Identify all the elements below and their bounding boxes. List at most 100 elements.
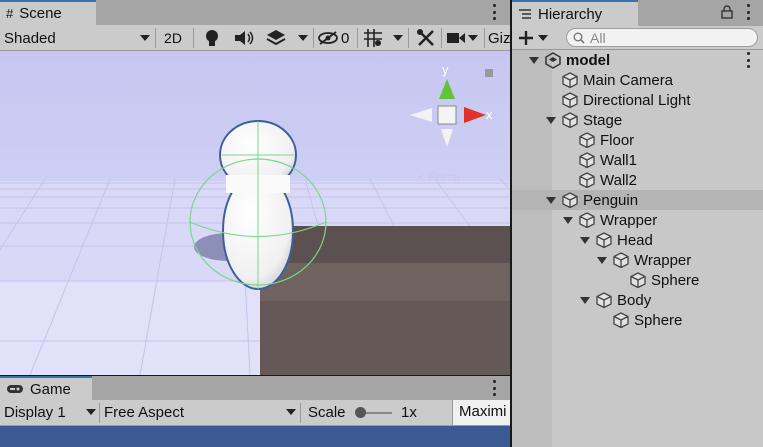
foldout-arrow-icon[interactable] xyxy=(579,294,591,306)
hierarchy-tab-bar: Hierarchy xyxy=(512,0,763,26)
cube-icon xyxy=(579,132,595,149)
hierarchy-item-label: Penguin xyxy=(583,191,639,209)
foldout-spacer xyxy=(613,274,625,286)
scale-slider-handle[interactable] xyxy=(355,407,366,418)
grid-snap-button[interactable] xyxy=(361,28,385,48)
gizmo-center-cube[interactable] xyxy=(437,105,457,125)
cube-icon xyxy=(579,152,595,169)
display-dropdown[interactable]: Display 1 xyxy=(4,402,96,422)
gamepad-icon xyxy=(7,385,23,393)
list-icon xyxy=(519,9,531,19)
game-panel: Game Display 1 Free Aspect Scale 1x Maxi… xyxy=(0,376,510,447)
scene-canvas: y x < Persp xyxy=(0,51,510,375)
hierarchy-item-label: Main Camera xyxy=(583,71,674,89)
cube-icon xyxy=(562,92,578,109)
hierarchy-item[interactable]: Wall1 xyxy=(512,150,763,170)
hierarchy-menu-icon[interactable] xyxy=(745,4,751,20)
foldout-spacer xyxy=(562,174,574,186)
cube-icon xyxy=(562,72,578,89)
game-toolbar: Display 1 Free Aspect Scale 1x Maximi xyxy=(0,400,510,426)
scene-options-icon[interactable] xyxy=(745,52,751,68)
foldout-arrow-icon[interactable] xyxy=(545,114,557,126)
hierarchy-item-label: Body xyxy=(617,291,652,309)
audio-toggle-button[interactable] xyxy=(232,28,256,48)
camera-dropdown[interactable] xyxy=(467,28,479,48)
tools-button[interactable] xyxy=(414,28,438,48)
speaker-icon xyxy=(235,31,254,45)
unity-scene-icon xyxy=(545,52,561,69)
gizmo-lock-icon[interactable] xyxy=(485,69,493,77)
cube-icon xyxy=(630,272,646,289)
search-field[interactable]: All xyxy=(566,28,758,47)
hierarchy-item-label: Floor xyxy=(600,131,635,149)
tab-hierarchy[interactable]: Hierarchy xyxy=(512,0,638,26)
effects-dropdown[interactable] xyxy=(296,28,310,48)
grid-dropdown[interactable] xyxy=(391,28,405,48)
scene-visibility-button[interactable]: 0 xyxy=(318,28,354,48)
scene-viewport[interactable]: y x < Persp xyxy=(0,51,510,375)
gizmos-dropdown[interactable]: Giz xyxy=(488,28,510,48)
hierarchy-item[interactable]: Penguin xyxy=(512,190,763,210)
gizmo-x-label: x xyxy=(486,107,493,122)
hierarchy-item[interactable]: Head xyxy=(512,230,763,250)
hierarchy-item[interactable]: Main Camera xyxy=(512,70,763,90)
lock-icon[interactable] xyxy=(721,5,733,19)
persp-label[interactable]: < Persp xyxy=(418,170,460,184)
plus-icon xyxy=(519,31,533,45)
eye-hidden-icon xyxy=(318,31,338,45)
cube-icon xyxy=(579,212,595,229)
toolbar-divider xyxy=(408,28,409,48)
foldout-arrow-icon[interactable] xyxy=(545,194,557,206)
toolbar-divider xyxy=(313,28,314,48)
hierarchy-item-label: model xyxy=(566,51,611,69)
hierarchy-item[interactable]: Stage xyxy=(512,110,763,130)
cube-icon xyxy=(613,312,629,329)
hierarchy-item[interactable]: Wrapper xyxy=(512,250,763,270)
chevron-down-icon xyxy=(286,409,296,415)
hierarchy-panel: Hierarchy All model Main Camera Directiona… xyxy=(512,0,763,447)
lightbulb-icon xyxy=(206,30,218,46)
chevron-down-icon xyxy=(298,35,308,41)
shading-mode-dropdown[interactable]: Shaded xyxy=(4,28,150,48)
chevron-down-icon xyxy=(393,35,403,41)
scene-panel: # Scene Shaded 2D 0 Giz y x < Persp xyxy=(0,0,510,375)
aspect-dropdown[interactable]: Free Aspect xyxy=(104,402,296,422)
hierarchy-item[interactable]: Sphere xyxy=(512,310,763,330)
hierarchy-item-label: Wrapper xyxy=(600,211,658,229)
foldout-arrow-icon[interactable] xyxy=(528,54,540,66)
2d-toggle-button[interactable]: 2D xyxy=(158,28,188,48)
foldout-arrow-icon[interactable] xyxy=(596,254,608,266)
lighting-toggle-button[interactable] xyxy=(202,28,222,48)
hierarchy-tab-label: Hierarchy xyxy=(538,5,603,23)
foldout-arrow-icon[interactable] xyxy=(562,214,574,226)
create-button[interactable] xyxy=(518,28,554,48)
grid-snap-icon xyxy=(364,29,382,47)
hierarchy-item[interactable]: model xyxy=(512,50,763,70)
hierarchy-item[interactable]: Sphere xyxy=(512,270,763,290)
cube-icon xyxy=(562,112,578,129)
cube-icon xyxy=(596,232,612,249)
game-menu-icon[interactable] xyxy=(491,380,497,396)
hierarchy-item[interactable]: Directional Light xyxy=(512,90,763,110)
toolbar-divider xyxy=(441,28,442,48)
wrench-cross-icon xyxy=(417,29,434,46)
hierarchy-item[interactable]: Floor xyxy=(512,130,763,150)
hierarchy-item[interactable]: Wrapper xyxy=(512,210,763,230)
tab-scene[interactable]: # Scene xyxy=(0,0,96,25)
scene-tab-bar: # Scene xyxy=(0,0,510,25)
hierarchy-item[interactable]: Wall2 xyxy=(512,170,763,190)
search-placeholder: All xyxy=(590,29,606,46)
video-camera-icon xyxy=(447,33,465,43)
game-tab-bar: Game xyxy=(0,376,510,400)
cube-icon xyxy=(613,252,629,269)
foldout-arrow-icon[interactable] xyxy=(579,234,591,246)
camera-settings-button[interactable] xyxy=(446,28,466,48)
maximize-label: Maximi xyxy=(459,403,507,420)
hierarchy-item[interactable]: Body xyxy=(512,290,763,310)
tab-game[interactable]: Game xyxy=(0,376,92,400)
aspect-label: Free Aspect xyxy=(104,403,185,421)
hierarchy-toolbar: All xyxy=(512,26,763,50)
scene-menu-icon[interactable] xyxy=(491,4,497,20)
effects-toggle-button[interactable] xyxy=(264,28,288,48)
maximize-toggle-button[interactable]: Maximi xyxy=(452,400,510,425)
